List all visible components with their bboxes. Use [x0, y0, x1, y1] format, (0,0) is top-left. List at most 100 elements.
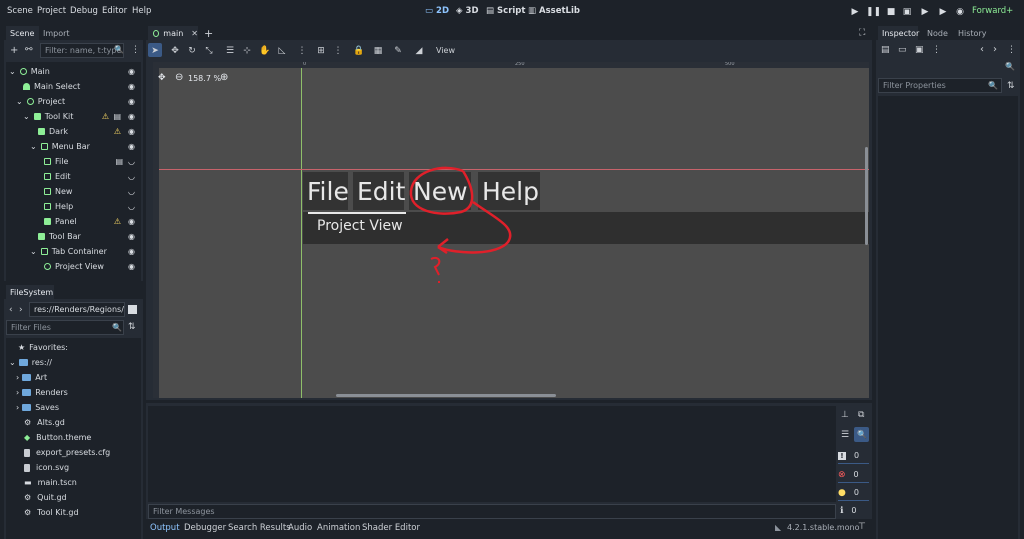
tree-row-project-view[interactable]: Project View ◉	[44, 259, 139, 274]
message-counter[interactable]: ! 0	[838, 448, 868, 463]
scale-tool-icon[interactable]: ⤡	[203, 45, 215, 57]
pan-icon[interactable]: ✋	[259, 45, 271, 57]
ruler-icon[interactable]: ◺	[276, 45, 288, 57]
sort-icon[interactable]: ⇅	[1007, 81, 1015, 91]
grid-snap-icon[interactable]: ⊞	[315, 45, 327, 57]
tree-row-dark[interactable]: Dark ⚠ ◉	[38, 124, 139, 139]
canvas-viewport[interactable]: 0 250 500 ✥ ⊖ 158.7 % ⊕ File Edit New He…	[153, 62, 869, 398]
game-tab-project-view[interactable]: Project View	[317, 218, 403, 234]
play-custom-icon[interactable]: ▶	[936, 5, 950, 19]
clear-output-icon[interactable]: ⊥	[841, 410, 849, 420]
eye-icon[interactable]: ◉	[128, 82, 135, 91]
close-icon[interactable]: ✕	[191, 29, 198, 38]
file-row-button-theme[interactable]: ◆ Button.theme	[24, 430, 91, 445]
warning-counter[interactable]: ● 0	[838, 485, 868, 500]
link-icon[interactable]: ⚯	[25, 45, 33, 55]
kebab-menu-icon[interactable]: ⋮	[131, 45, 140, 55]
copy-output-icon[interactable]: ⧉	[858, 410, 864, 420]
search-doc-icon[interactable]: 🔍	[1005, 62, 1015, 71]
game-menu-edit[interactable]: Edit	[353, 172, 405, 210]
split-mode-icon[interactable]	[128, 305, 137, 314]
eye-icon[interactable]: ◉	[128, 247, 135, 256]
zoom-level[interactable]: 158.7 %	[188, 74, 221, 83]
tab-output[interactable]: Output	[150, 523, 180, 533]
save-resource-icon[interactable]: ▣	[915, 45, 924, 55]
workspace-script[interactable]: ▤ Script	[486, 6, 525, 16]
tree-row-help[interactable]: Help ◡	[44, 199, 139, 214]
tree-row-menu-bar[interactable]: ⌄ Menu Bar ◉	[30, 139, 139, 154]
inspector-filter-input[interactable]: Filter Properties	[878, 78, 1002, 93]
tab-history[interactable]: History	[958, 29, 986, 38]
remote-debug-icon[interactable]: ▣	[900, 5, 914, 19]
menu-project[interactable]: Project	[37, 6, 66, 16]
menu-debug[interactable]: Debug	[70, 6, 98, 16]
eye-icon[interactable]: ◉	[128, 232, 135, 241]
tree-row-main[interactable]: ⌄ Main ◉	[9, 64, 139, 79]
tree-row-file[interactable]: File ▤ ◡	[44, 154, 139, 169]
new-resource-icon[interactable]: ▤	[881, 45, 890, 55]
resource-menu-icon[interactable]: ⋮	[932, 45, 941, 55]
tab-debugger[interactable]: Debugger	[184, 523, 226, 533]
visibility-toggle-icon[interactable]: ◡	[128, 157, 135, 166]
renderer-selector[interactable]: Forward+	[972, 6, 1013, 16]
panel-expand-icon[interactable]: ⊤	[858, 522, 866, 532]
tree-row-new[interactable]: New ◡	[44, 184, 139, 199]
horizontal-scrollbar[interactable]	[336, 394, 556, 397]
history-menu-icon[interactable]: ⋮	[1007, 45, 1016, 55]
view-menu[interactable]: View	[436, 46, 455, 55]
eye-icon[interactable]: ◉	[128, 142, 135, 151]
collapse-icon[interactable]: ☰	[841, 430, 849, 440]
add-node-icon[interactable]: +	[10, 45, 18, 56]
eye-icon[interactable]: ◉	[128, 127, 135, 136]
override-camera-icon[interactable]: ◢	[413, 45, 425, 57]
history-forward-icon[interactable]: ›	[993, 44, 997, 55]
pan-view-icon[interactable]: ✥	[158, 73, 166, 83]
stop-icon[interactable]: ■	[884, 5, 898, 19]
scene-tab-main[interactable]: main ✕	[148, 26, 198, 40]
menu-editor[interactable]: Editor	[102, 6, 127, 16]
movie-maker-icon[interactable]: ◉	[953, 5, 967, 19]
workspace-3d[interactable]: ◈ 3D	[456, 6, 479, 16]
path-input[interactable]: res://Renders/Regions/	[29, 302, 125, 317]
visibility-toggle-icon[interactable]: ◡	[128, 202, 135, 211]
snap-icon[interactable]: ⋮	[296, 45, 308, 57]
tab-search-results[interactable]: Search Results	[228, 523, 291, 533]
search-icon[interactable]: 🔍	[857, 430, 867, 439]
script-icon[interactable]: ▤	[113, 112, 121, 121]
tree-row-main-select[interactable]: Main Select ◉	[23, 79, 139, 94]
eye-icon[interactable]: ◉	[128, 217, 135, 226]
eye-icon[interactable]: ◉	[128, 262, 135, 271]
menu-scene[interactable]: Scene	[7, 6, 33, 16]
file-row-main-tscn[interactable]: ▬ main.tscn	[24, 475, 77, 490]
tab-filesystem[interactable]: FileSystem	[10, 288, 53, 297]
tree-row-tab-container[interactable]: ⌄ Tab Container ◉	[30, 244, 139, 259]
lock-icon[interactable]: 🔒	[353, 45, 365, 57]
visibility-toggle-icon[interactable]: ◡	[128, 187, 135, 196]
tab-shader-editor[interactable]: Shader Editor	[362, 523, 420, 533]
warning-icon[interactable]: ⚠	[114, 217, 121, 226]
tree-row-panel[interactable]: Panel ⚠ ◉	[44, 214, 139, 229]
file-row-saves[interactable]: › Saves	[16, 400, 59, 415]
snap-options-icon[interactable]: ⋮	[332, 45, 344, 57]
visibility-toggle-icon[interactable]: ◡	[128, 172, 135, 181]
zoom-out-icon[interactable]: ⊖	[175, 72, 183, 83]
error-counter[interactable]: ⊗ 0	[838, 467, 868, 482]
file-row-tool-kit[interactable]: ⚙ Tool Kit.gd	[24, 505, 79, 520]
menu-help[interactable]: Help	[132, 6, 151, 16]
bone-icon[interactable]: ✎	[392, 45, 404, 57]
file-row-export-presets[interactable]: export_presets.cfg	[24, 445, 110, 460]
tab-audio[interactable]: Audio	[288, 523, 312, 533]
tree-row-project[interactable]: ⌄ Project ◉	[16, 94, 139, 109]
filter-messages-input[interactable]: Filter Messages	[148, 504, 836, 519]
tab-inspector[interactable]: Inspector	[882, 29, 919, 38]
move-tool-icon[interactable]: ✥	[169, 45, 181, 57]
add-tab-icon[interactable]: +	[204, 27, 213, 40]
favorites-row[interactable]: ★ Favorites:	[18, 340, 68, 355]
update-spinner-icon[interactable]: ◣	[775, 523, 781, 532]
workspace-assetlib[interactable]: ▥ AssetLib	[528, 6, 580, 16]
play-scene-icon[interactable]: ▶	[918, 5, 932, 19]
res-root-row[interactable]: ⌄ res://	[9, 355, 52, 370]
select-tool-icon[interactable]: ➤	[149, 45, 161, 57]
distraction-free-icon[interactable]: ⛶	[859, 28, 865, 38]
workspace-2d[interactable]: ▭ 2D	[425, 6, 449, 16]
